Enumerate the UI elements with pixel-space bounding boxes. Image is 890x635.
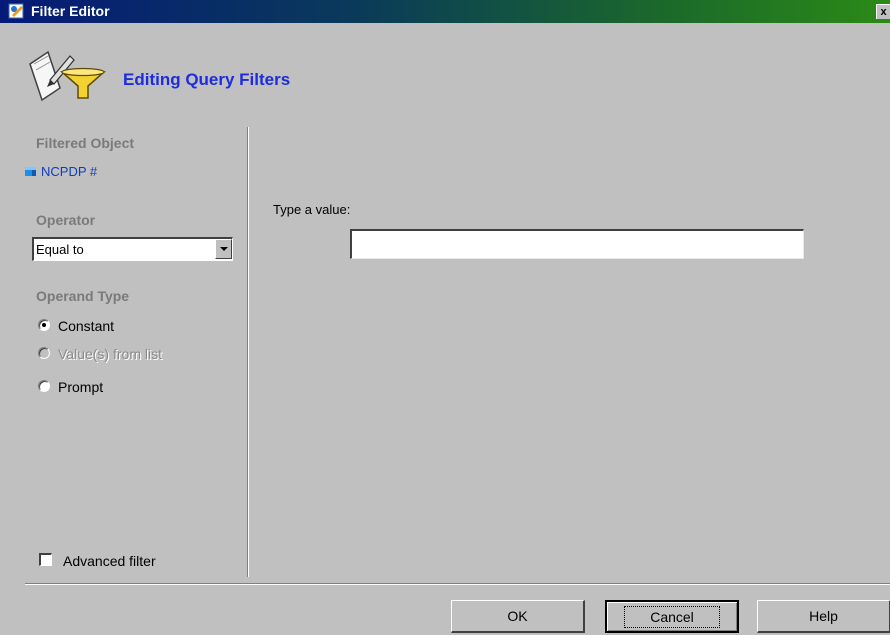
app-icon xyxy=(8,3,24,19)
operator-value: Equal to xyxy=(36,242,84,257)
chevron-down-icon xyxy=(220,247,228,251)
filtered-object-heading: Filtered Object xyxy=(36,135,135,151)
title-bar: Filter Editor x xyxy=(0,0,890,23)
help-button[interactable]: Help xyxy=(757,600,890,633)
operator-heading: Operator xyxy=(36,212,96,228)
radio-values-from-list-label: Value(s) from list xyxy=(58,346,162,362)
object-icon xyxy=(25,167,36,176)
window-title: Filter Editor xyxy=(31,3,110,19)
button-bar-divider xyxy=(25,583,890,585)
ok-button[interactable]: OK xyxy=(451,600,585,633)
header-title: Editing Query Filters xyxy=(123,70,291,89)
operator-select[interactable]: Equal to xyxy=(32,237,233,261)
operator-dropdown-button[interactable] xyxy=(215,239,232,259)
radio-selected-dot xyxy=(42,323,46,327)
value-input[interactable] xyxy=(350,229,804,259)
advanced-filter-checkbox[interactable] xyxy=(39,553,52,566)
filtered-object-name: NCPDP # xyxy=(41,164,98,179)
help-button-label: Help xyxy=(809,608,838,624)
radio-button xyxy=(38,347,50,359)
value-label: Type a value: xyxy=(273,202,351,217)
close-button[interactable]: x xyxy=(876,4,890,19)
radio-button[interactable] xyxy=(38,380,50,392)
radio-prompt-label[interactable]: Prompt xyxy=(58,379,103,395)
advanced-filter-label[interactable]: Advanced filter xyxy=(63,553,156,569)
filter-edit-icon xyxy=(29,50,106,102)
radio-constant-label[interactable]: Constant xyxy=(58,318,114,334)
cancel-button-label: Cancel xyxy=(624,606,720,628)
ok-button-label: OK xyxy=(507,608,528,624)
radio-button[interactable] xyxy=(38,319,50,331)
operand-type-heading: Operand Type xyxy=(36,288,130,304)
cancel-button[interactable]: Cancel xyxy=(605,600,739,633)
left-panel-divider xyxy=(247,127,249,577)
